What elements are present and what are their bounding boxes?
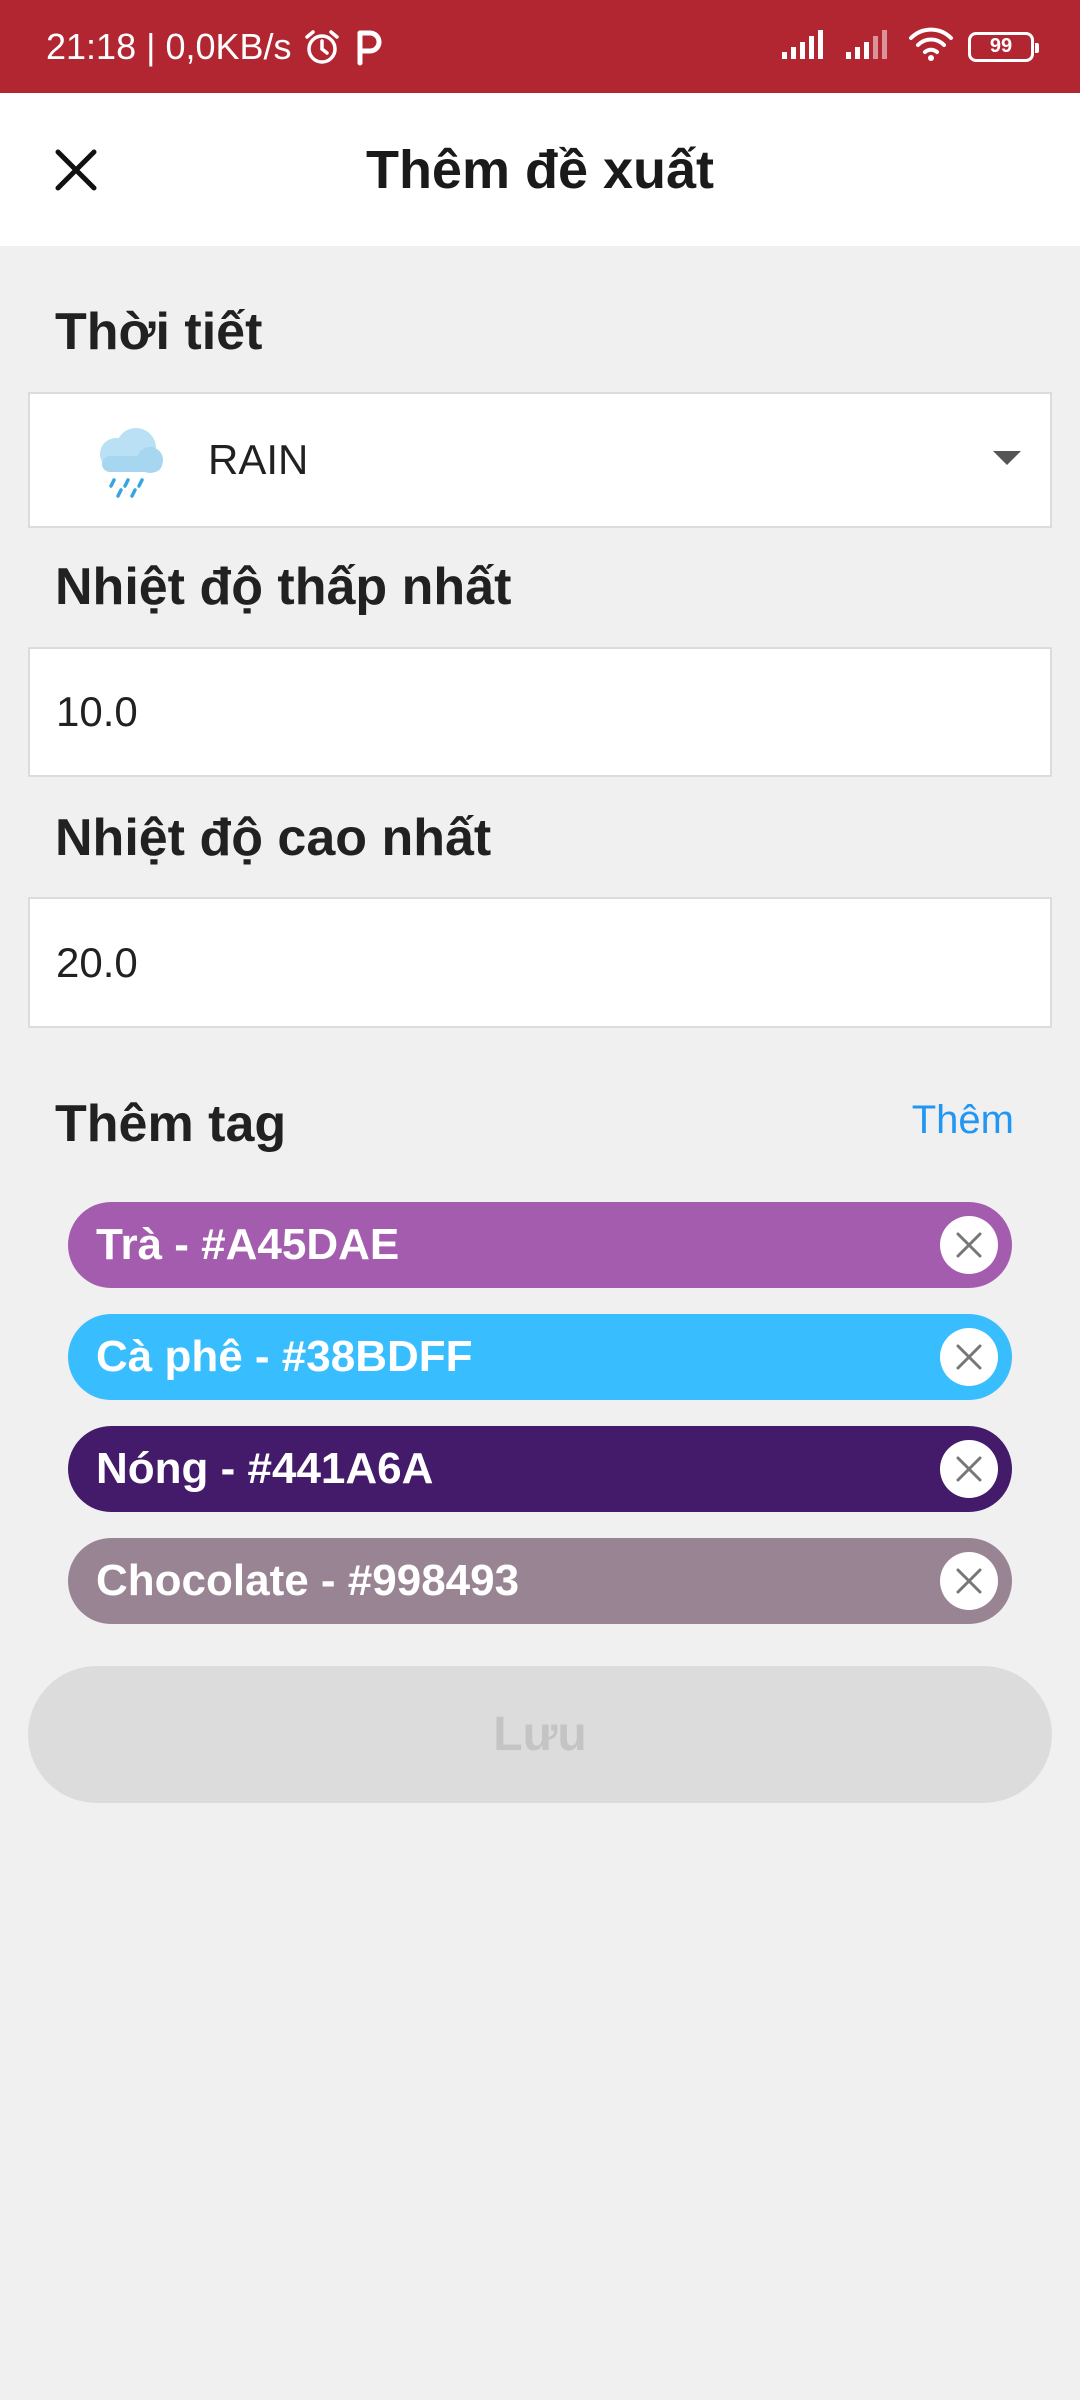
remove-tag-button[interactable] — [940, 1328, 998, 1386]
close-icon — [956, 1232, 982, 1258]
remove-tag-button[interactable] — [940, 1552, 998, 1610]
max-temp-value: 20.0 — [56, 938, 138, 986]
status-right: 99 — [780, 26, 1039, 67]
status-time-speed: 21:18 | 0,0KB/s — [46, 25, 292, 67]
remove-tag-button[interactable] — [940, 1440, 998, 1498]
close-icon — [956, 1456, 982, 1482]
tag-chip: Chocolate - #998493 — [68, 1538, 1012, 1624]
battery-icon: 99 — [968, 31, 1039, 62]
close-icon — [55, 149, 97, 190]
close-icon — [956, 1344, 982, 1370]
min-temp-input[interactable]: 10.0 — [28, 647, 1052, 777]
wifi-icon — [908, 26, 954, 67]
tag-label: Chocolate - #998493 — [96, 1556, 520, 1605]
tag-chip: Cà phê - #38BDFF — [68, 1314, 1012, 1400]
tags-label: Thêm tag — [55, 1095, 287, 1153]
app-bar: Thêm đề xuất — [0, 93, 1080, 246]
tag-chip: Nóng - #441A6A — [68, 1426, 1012, 1512]
tag-label: Cà phê - #38BDFF — [96, 1332, 473, 1381]
tag-list: Trà - #A45DAE Cà phê - #38BDFF Nóng - #4… — [68, 1202, 1012, 1650]
min-temp-label: Nhiệt độ thấp nhất — [55, 558, 512, 616]
tag-label: Nóng - #441A6A — [96, 1444, 434, 1493]
max-temp-label: Nhiệt độ cao nhất — [55, 809, 492, 867]
dropdown-arrow-icon — [992, 449, 1022, 472]
max-temp-input[interactable]: 20.0 — [28, 897, 1052, 1028]
signal-2-icon — [844, 28, 894, 65]
weather-label: Thời tiết — [55, 303, 263, 361]
min-temp-value: 10.0 — [56, 688, 138, 735]
alarm-icon — [302, 27, 342, 67]
weather-select[interactable]: RAIN — [28, 392, 1052, 528]
close-icon — [956, 1568, 982, 1594]
add-tag-link[interactable]: Thêm — [912, 1098, 1014, 1143]
status-left: 21:18 | 0,0KB/s — [46, 26, 386, 68]
remove-tag-button[interactable] — [940, 1216, 998, 1274]
tag-label: Trà - #A45DAE — [96, 1220, 400, 1269]
status-bar: 21:18 | 0,0KB/s 99 — [0, 0, 1080, 93]
battery-level: 99 — [989, 35, 1013, 57]
save-button[interactable]: Lưu — [28, 1666, 1052, 1803]
signal-icon — [780, 28, 830, 65]
rain-cloud-icon — [78, 410, 178, 510]
page-title: Thêm đề xuất — [365, 139, 715, 200]
tag-chip: Trà - #A45DAE — [68, 1202, 1012, 1288]
close-button[interactable] — [46, 140, 106, 200]
weather-value: RAIN — [208, 436, 309, 483]
parking-app-icon — [352, 27, 386, 67]
